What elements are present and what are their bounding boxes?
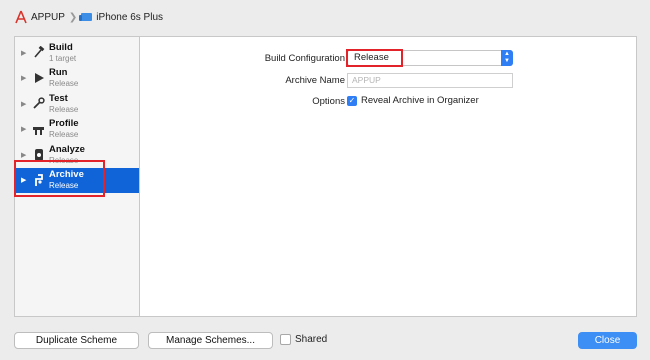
- sidebar-item-test[interactable]: ▶ Test Release: [15, 91, 139, 117]
- sidebar-item-sublabel: 1 target: [49, 53, 77, 63]
- shared-label: Shared: [295, 334, 328, 345]
- xcode-app-icon: [15, 10, 27, 24]
- wrench-icon: [32, 97, 45, 111]
- highlight-box-build-configuration: [346, 49, 403, 67]
- disclosure-triangle-icon[interactable]: ▶: [21, 74, 29, 82]
- shared-checkbox[interactable]: [280, 334, 291, 345]
- play-icon: [32, 71, 45, 85]
- sidebar-item-label: Test: [49, 92, 68, 104]
- sidebar-item-run[interactable]: ▶ Run Release: [15, 66, 139, 92]
- disclosure-triangle-icon[interactable]: ▶: [21, 125, 29, 133]
- sidebar-item-sublabel: Release: [49, 130, 79, 140]
- breadcrumb-separator: ❯: [68, 11, 78, 23]
- archive-name-label: Archive Name: [285, 75, 345, 86]
- build-configuration-label: Build Configuration: [264, 53, 345, 64]
- breadcrumb[interactable]: APPUP ❯ iPhone 6s Plus: [14, 9, 163, 25]
- sidebar-item-profile[interactable]: ▶ Profile Release: [15, 117, 139, 143]
- sidebar-item-label: Run: [49, 67, 68, 79]
- chevron-updown-icon[interactable]: ▲ ▼: [501, 50, 513, 66]
- options-label: Options: [312, 96, 345, 107]
- close-button[interactable]: Close: [578, 332, 637, 349]
- duplicate-scheme-button[interactable]: Duplicate Scheme: [14, 332, 139, 349]
- hammer-icon: [32, 46, 45, 60]
- sidebar-item-build[interactable]: ▶ Build 1 target: [15, 40, 139, 66]
- manage-schemes-button[interactable]: Manage Schemes...: [148, 332, 273, 349]
- disclosure-triangle-icon[interactable]: ▶: [21, 100, 29, 108]
- disclosure-triangle-icon[interactable]: ▶: [21, 151, 29, 159]
- reveal-archive-checkbox[interactable]: ✓: [347, 95, 357, 106]
- device-icon: [79, 13, 93, 21]
- reveal-archive-option[interactable]: ✓ Reveal Archive in Organizer: [347, 95, 479, 106]
- sidebar-item-label: Profile: [49, 118, 79, 130]
- scheme-name[interactable]: APPUP: [31, 12, 65, 23]
- shared-option[interactable]: Shared: [280, 334, 327, 345]
- sidebar-item-label: Build: [49, 41, 73, 53]
- highlight-box-archive: [14, 160, 105, 197]
- device-name[interactable]: iPhone 6s Plus: [96, 12, 163, 23]
- profile-icon: [32, 122, 45, 136]
- reveal-archive-label: Reveal Archive in Organizer: [361, 95, 479, 106]
- sidebar-item-sublabel: Release: [49, 79, 79, 89]
- sidebar-item-label: Analyze: [49, 143, 85, 155]
- sidebar-item-sublabel: Release: [49, 104, 79, 114]
- scheme-editor-panel: ▶ Build 1 target ▶ Run Release ▶ Test Re…: [14, 36, 637, 317]
- disclosure-triangle-icon[interactable]: ▶: [21, 49, 29, 57]
- archive-name-input[interactable]: APPUP: [347, 73, 513, 88]
